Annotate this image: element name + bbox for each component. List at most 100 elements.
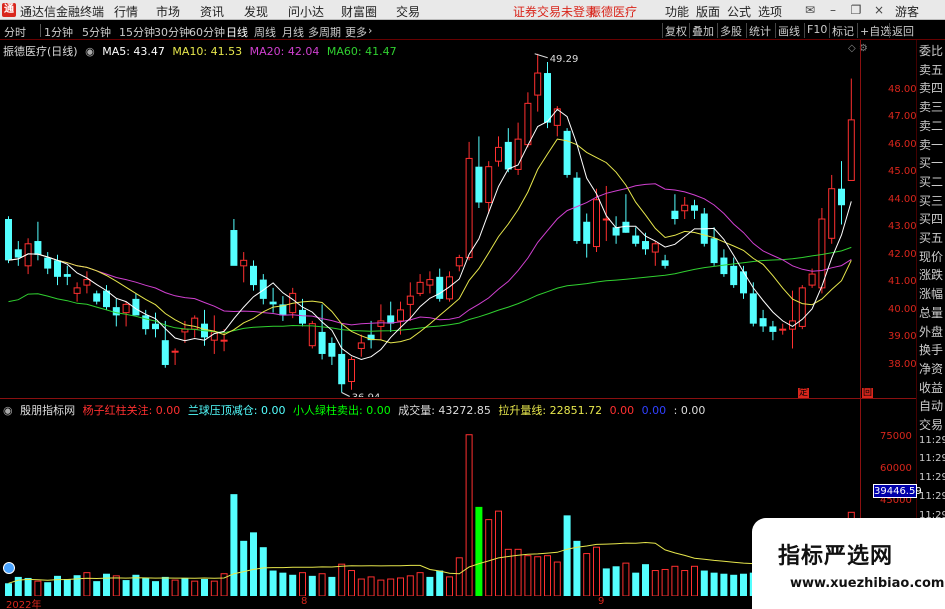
menu-item-market[interactable]: 市场: [156, 3, 180, 20]
axis-divider: [860, 40, 861, 596]
volume-bar: [446, 576, 453, 596]
period-monthly[interactable]: 月线: [282, 24, 304, 40]
volume-bar: [54, 575, 61, 596]
candle-body: [651, 243, 659, 253]
guest-label[interactable]: 游客: [895, 3, 919, 20]
btn-multi-stock[interactable]: 多股: [717, 23, 744, 38]
period-15min[interactable]: 15分钟: [119, 24, 155, 40]
volume-chart[interactable]: [0, 400, 860, 596]
minimize-icon[interactable]: –: [823, 0, 843, 20]
main-legend: 振德医疗(日线) ◉ MA5: 43.47 MA10: 41.53 MA20: …: [3, 43, 401, 59]
volume-bar: [622, 562, 630, 596]
close-icon[interactable]: ×: [869, 0, 889, 20]
menu-item-layout[interactable]: 版面: [696, 3, 720, 20]
btn-add-watchlist[interactable]: +自选: [857, 23, 893, 38]
indicator-ball-icon[interactable]: [3, 562, 15, 574]
candle-body: [495, 146, 502, 162]
candle-body: [573, 177, 581, 242]
period-weekly[interactable]: 周线: [254, 24, 276, 40]
app-logo-icon: 通: [2, 3, 16, 17]
candle-body: [338, 353, 346, 385]
sidebar-item[interactable]: 卖四: [919, 79, 943, 96]
volume-bar: [495, 510, 502, 596]
volume-bar: [612, 566, 620, 596]
period-more[interactable]: 更多: [345, 24, 367, 40]
btn-back[interactable]: 返回: [889, 23, 916, 38]
period-5min[interactable]: 5分钟: [82, 24, 111, 40]
menu-item-ask[interactable]: 问小达: [288, 3, 324, 20]
candle-body: [818, 218, 826, 289]
ad-icon[interactable]: ✉: [800, 0, 820, 20]
menu-item-formula[interactable]: 公式: [727, 3, 751, 20]
sidebar-item[interactable]: 卖五: [919, 61, 943, 78]
sidebar-item[interactable]: 收益: [919, 379, 943, 396]
period-1min[interactable]: 1分钟: [44, 24, 73, 40]
sidebar-item[interactable]: 11:29: [919, 491, 945, 502]
sidebar-item[interactable]: 自动: [919, 397, 943, 414]
btn-adjust[interactable]: 复权: [662, 23, 689, 38]
menu-item-quotes[interactable]: 行情: [114, 3, 138, 20]
sidebar-item[interactable]: 卖二: [919, 117, 943, 134]
candle-body: [34, 241, 42, 255]
volume-bar: [602, 568, 610, 596]
candle-body: [622, 221, 630, 233]
period-daily[interactable]: 日线: [226, 24, 248, 40]
panel-options-icon[interactable]: ◇ ⚙: [848, 43, 868, 54]
restore-icon[interactable]: ❐: [846, 0, 866, 20]
candlestick-chart[interactable]: 49.29 36.94: [0, 40, 860, 397]
indicator-toggle-icon[interactable]: ◉: [3, 404, 13, 417]
volume-bar: [397, 577, 404, 596]
sidebar-item[interactable]: 净资: [919, 360, 943, 377]
period-60min[interactable]: 60分钟: [189, 24, 225, 40]
candle-body: [112, 307, 120, 316]
volume-bar: [308, 575, 316, 596]
sidebar-item[interactable]: 买二: [919, 173, 943, 190]
btn-overlay[interactable]: 叠加: [689, 23, 716, 38]
volume-bar: [632, 572, 640, 596]
dropdown-icon[interactable]: ◉: [85, 45, 95, 58]
sidebar-item[interactable]: 现价: [919, 248, 943, 265]
volume-bar: [387, 578, 395, 596]
btn-stats[interactable]: 统计: [746, 23, 773, 38]
volume-bar: [171, 579, 179, 596]
sidebar-item[interactable]: 买四: [919, 210, 943, 227]
high-marker-line: [534, 53, 548, 59]
btn-f10[interactable]: F10: [804, 23, 829, 38]
sidebar-item[interactable]: 买三: [919, 192, 943, 209]
sidebar-item[interactable]: 卖一: [919, 136, 943, 153]
period-multi[interactable]: 多周期: [308, 24, 341, 40]
volume-tick: 60000: [880, 462, 912, 474]
trade-login-notice[interactable]: 证券交易未登录: [513, 3, 597, 20]
menu-item-options[interactable]: 选项: [758, 3, 782, 20]
indicator-green-bar: 小人绿柱卖出: 0.00: [293, 404, 391, 417]
candle-body: [612, 227, 620, 236]
menu-item-wealth[interactable]: 财富圈: [341, 3, 377, 20]
btn-mark[interactable]: 标记: [829, 23, 856, 38]
volume-bar: [34, 580, 42, 596]
period-minute-line[interactable]: 分时: [4, 24, 26, 40]
period-30min[interactable]: 30分钟: [154, 24, 190, 40]
sidebar-item[interactable]: 11:29: [919, 472, 945, 483]
menu-item-news[interactable]: 资讯: [200, 3, 224, 20]
menu-item-trade[interactable]: 交易: [396, 3, 420, 20]
chevron-right-icon[interactable]: ›: [368, 24, 372, 37]
sidebar-item[interactable]: 涨幅: [919, 285, 943, 302]
candle-body: [749, 293, 757, 324]
volume-bar: [191, 580, 199, 596]
sidebar-item[interactable]: 外盘: [919, 323, 943, 340]
sidebar-item[interactable]: 11:29: [919, 435, 945, 446]
sidebar-item[interactable]: 委比: [919, 42, 943, 59]
sidebar-item[interactable]: 交易: [919, 416, 943, 433]
candle-body: [671, 210, 679, 220]
menu-item-functions[interactable]: 功能: [665, 3, 689, 20]
sidebar-item[interactable]: 总量: [919, 304, 943, 321]
sidebar-item[interactable]: 买一: [919, 154, 943, 171]
sidebar-item[interactable]: 涨跌: [919, 266, 943, 283]
sidebar-item[interactable]: 11:29: [919, 453, 945, 464]
btn-draw[interactable]: 画线: [775, 23, 802, 38]
menu-item-discover[interactable]: 发现: [244, 3, 268, 20]
sidebar-item[interactable]: 换手: [919, 341, 943, 358]
sidebar-item[interactable]: 买五: [919, 229, 943, 246]
sidebar-item[interactable]: 卖三: [919, 98, 943, 115]
candle-body: [583, 221, 591, 244]
